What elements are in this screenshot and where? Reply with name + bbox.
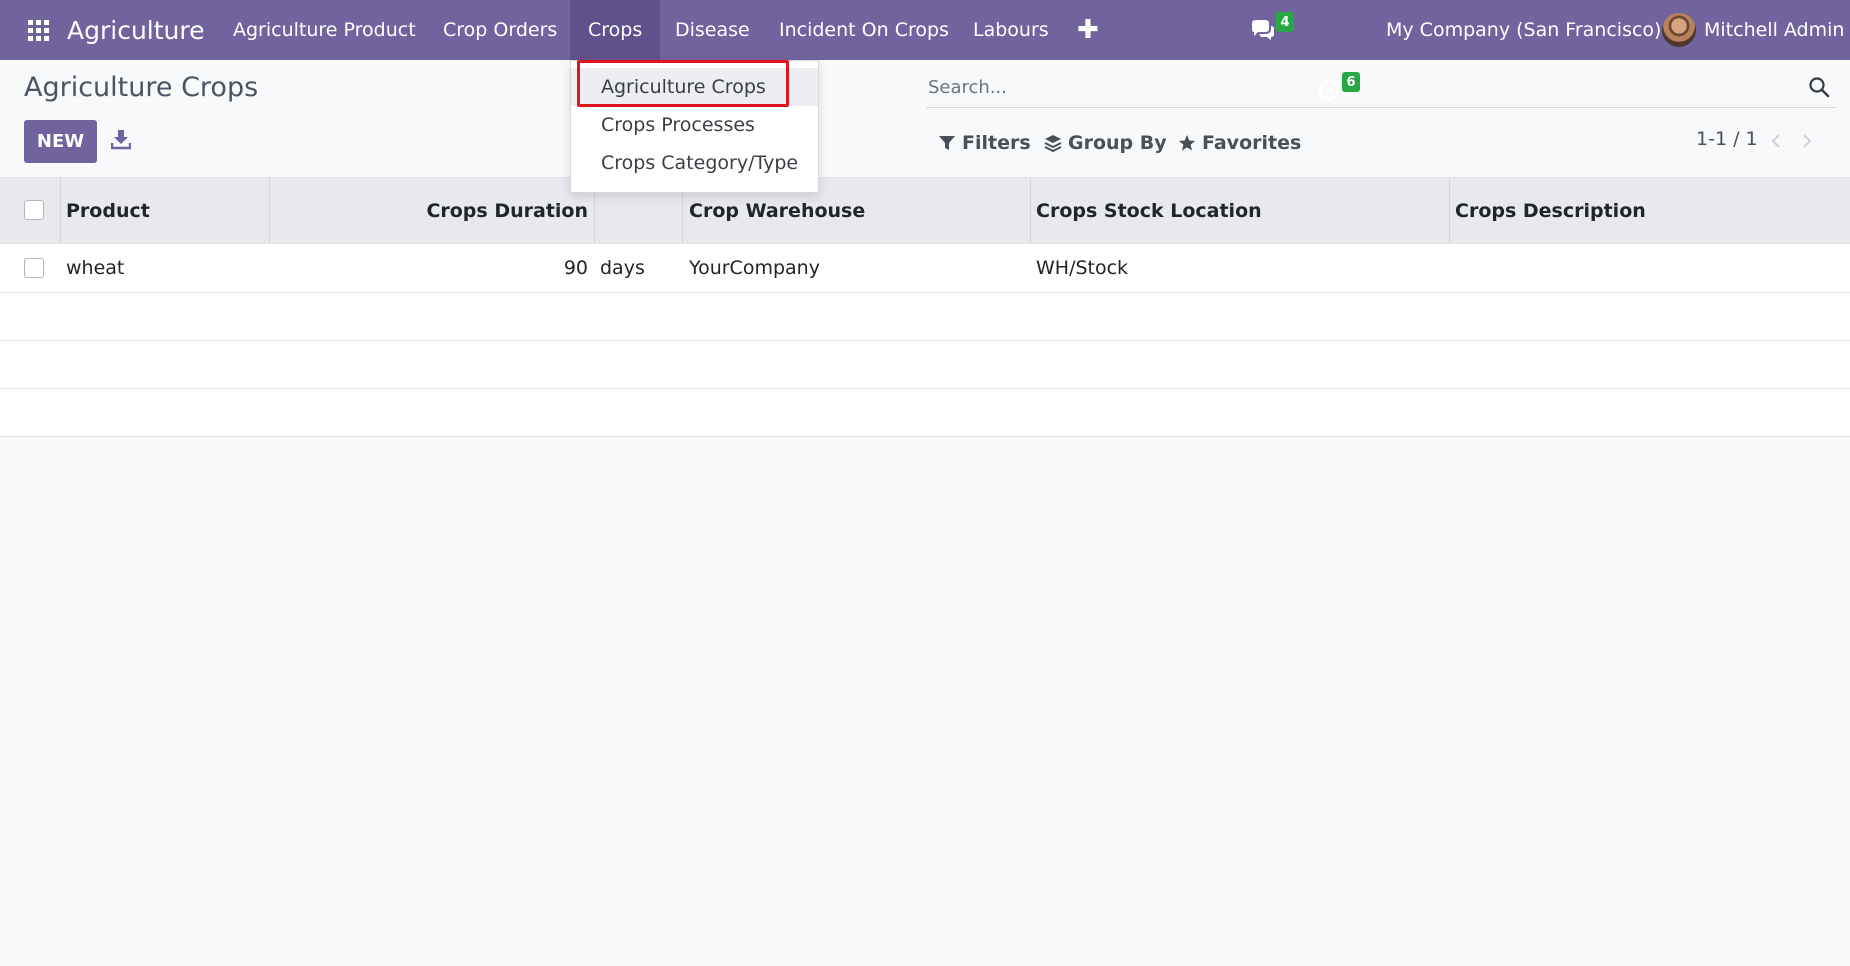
column-header-crops-description[interactable]: Crops Description xyxy=(1455,178,1646,243)
cell-crop-warehouse[interactable]: YourCompany xyxy=(689,244,820,292)
dropdown-item-crops-category-type[interactable]: Crops Category/Type xyxy=(571,144,818,182)
company-switcher[interactable]: My Company (San Francisco) xyxy=(1386,0,1661,60)
download-icon[interactable] xyxy=(111,128,131,150)
list-view-table: Product Crops Duration Crop Warehouse Cr… xyxy=(0,177,1850,437)
star-icon xyxy=(1179,135,1195,151)
search-bar xyxy=(926,68,1836,108)
menu-crop-orders[interactable]: Crop Orders xyxy=(425,0,575,60)
column-separator xyxy=(1449,178,1450,243)
pager-value[interactable]: 1-1 / 1 xyxy=(1696,128,1758,150)
cell-product[interactable]: wheat xyxy=(66,244,124,292)
filters-label: Filters xyxy=(962,132,1031,154)
menu-incident-on-crops[interactable]: Incident On Crops xyxy=(761,0,967,60)
messages-icon[interactable]: 4 xyxy=(1250,0,1294,60)
pager-previous-icon[interactable] xyxy=(1766,130,1786,152)
page-title[interactable]: Agriculture Crops xyxy=(24,72,258,103)
menu-crops[interactable]: Crops xyxy=(570,0,661,60)
filter-icon xyxy=(939,136,955,150)
table-row[interactable]: wheat 90 days YourCompany WH/Stock xyxy=(0,244,1850,293)
layers-icon xyxy=(1044,135,1062,152)
app-brand[interactable]: Agriculture xyxy=(67,0,205,60)
select-all-checkbox[interactable] xyxy=(24,200,44,220)
crops-dropdown-menu: Agriculture Crops Crops Processes Crops … xyxy=(570,60,819,193)
column-header-crops-duration[interactable]: Crops Duration xyxy=(270,178,588,243)
user-menu[interactable]: Mitchell Admin xyxy=(1704,0,1844,60)
cell-crops-duration[interactable]: 90 xyxy=(270,244,588,292)
table-header: Product Crops Duration Crop Warehouse Cr… xyxy=(0,177,1850,244)
search-input[interactable] xyxy=(926,68,1786,106)
dropdown-item-crops-processes[interactable]: Crops Processes xyxy=(571,106,818,144)
column-separator xyxy=(60,178,61,243)
menu-agriculture-product[interactable]: Agriculture Product xyxy=(215,0,434,60)
column-separator xyxy=(1030,178,1031,243)
app-switcher-icon[interactable] xyxy=(26,0,50,60)
group-by-button[interactable]: Group By xyxy=(1044,128,1167,158)
dropdown-item-agriculture-crops[interactable]: Agriculture Crops xyxy=(571,68,818,106)
cell-crops-stock-location[interactable]: WH/Stock xyxy=(1036,244,1128,292)
empty-row xyxy=(0,389,1850,437)
column-header-product[interactable]: Product xyxy=(66,178,150,243)
favorites-button[interactable]: Favorites xyxy=(1178,128,1301,158)
user-avatar[interactable] xyxy=(1662,13,1696,47)
filters-button[interactable]: Filters xyxy=(938,128,1031,158)
messages-badge: 4 xyxy=(1276,12,1294,32)
empty-row xyxy=(0,341,1850,389)
search-icon[interactable] xyxy=(1808,76,1830,98)
column-header-crops-stock-location[interactable]: Crops Stock Location xyxy=(1036,178,1262,243)
cell-duration-unit: days xyxy=(600,257,645,279)
group-by-label: Group By xyxy=(1068,132,1167,154)
favorites-label: Favorites xyxy=(1202,132,1302,154)
new-button[interactable]: NEW xyxy=(24,120,97,163)
chat-bubbles-icon xyxy=(1252,20,1274,40)
empty-row xyxy=(0,293,1850,341)
top-navbar: Agriculture Agriculture Product Crop Ord… xyxy=(0,0,1850,101)
menu-labours[interactable]: Labours xyxy=(955,0,1067,60)
plus-icon[interactable]: ✚ xyxy=(1077,0,1099,60)
row-checkbox[interactable] xyxy=(24,258,44,278)
pager-next-icon[interactable] xyxy=(1797,130,1817,152)
menu-disease[interactable]: Disease xyxy=(657,0,768,60)
